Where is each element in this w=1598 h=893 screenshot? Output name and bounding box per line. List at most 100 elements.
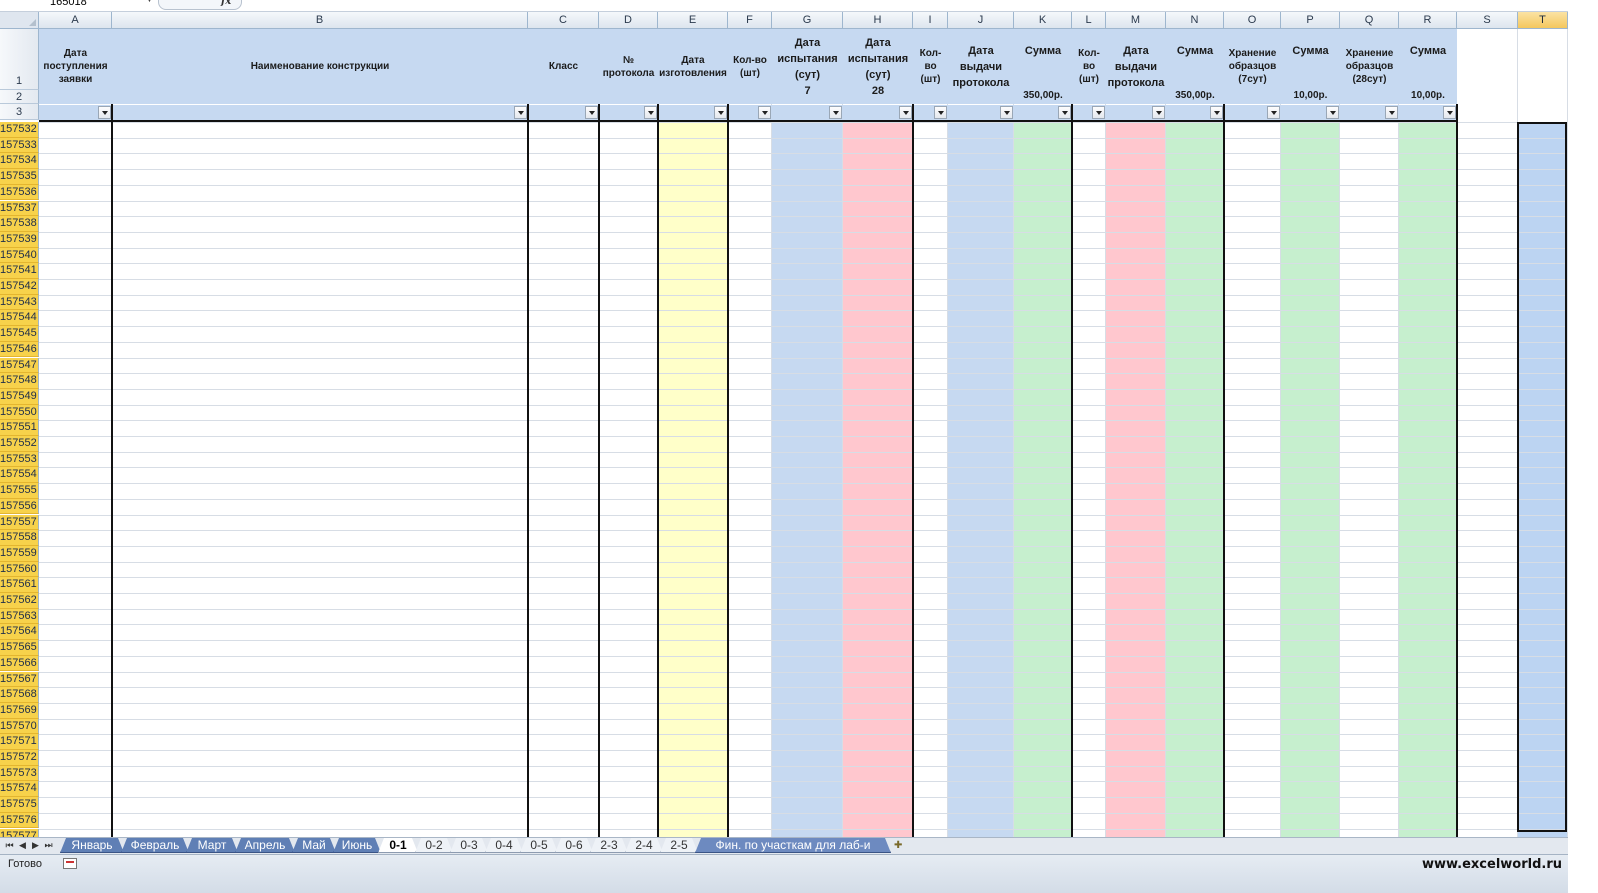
column-header-s[interactable]: S	[1457, 12, 1518, 29]
spreadsheet-grid[interactable]: ABCDEFGHIJKLMNOPQRST 1 2 3 157532 157533 1575…	[0, 12, 1568, 837]
filter-dropdown-icon[interactable]	[1152, 106, 1165, 119]
sheet-tab[interactable]: 2-3	[590, 838, 628, 853]
column-header-a[interactable]: A	[39, 12, 112, 29]
row-header[interactable]: 157562	[0, 593, 39, 609]
row-header[interactable]: 157537	[0, 200, 39, 217]
row-header[interactable]: 157550	[0, 404, 39, 421]
row-header[interactable]: 157561	[0, 577, 39, 593]
column-header-n[interactable]: N	[1166, 12, 1224, 29]
row-header[interactable]: 157540	[0, 247, 39, 264]
row-header[interactable]: 157533	[0, 137, 39, 154]
row-header[interactable]: 157557	[0, 514, 39, 531]
column-header-m[interactable]: M	[1106, 12, 1166, 29]
row-header[interactable]: 157538	[0, 216, 39, 232]
row-header[interactable]: 157545	[0, 326, 39, 342]
row-header[interactable]: 157568	[0, 687, 39, 703]
row-header[interactable]: 157544	[0, 310, 39, 327]
filter-dropdown-icon[interactable]	[899, 106, 912, 119]
filter-dropdown-icon[interactable]	[714, 106, 727, 119]
sheet-tab[interactable]: Февраль	[121, 838, 189, 853]
sheet-tab[interactable]: Июнь	[333, 838, 381, 853]
filter-dropdown-icon[interactable]	[1267, 106, 1280, 119]
row-header-2[interactable]: 2	[0, 90, 39, 104]
name-box-dropdown-icon[interactable]: ▼	[146, 0, 153, 4]
column-header-j[interactable]: J	[948, 12, 1014, 29]
sheet-tab[interactable]: Апрель	[235, 838, 295, 853]
insert-sheet-icon[interactable]: ✚	[894, 840, 910, 852]
row-header[interactable]: 157541	[0, 263, 39, 279]
row-header[interactable]: 157569	[0, 702, 39, 719]
last-sheet-icon[interactable]: ⏭	[42, 839, 55, 852]
row-header[interactable]: 157548	[0, 373, 39, 389]
row-header[interactable]: 157547	[0, 357, 39, 374]
row-header[interactable]: 157552	[0, 436, 39, 452]
sheet-tab[interactable]: Фин. по участкам для лаб-и	[695, 838, 891, 853]
column-header-g[interactable]: G	[772, 12, 843, 29]
filter-dropdown-icon[interactable]	[514, 106, 527, 119]
column-header-r[interactable]: R	[1399, 12, 1457, 29]
row-header[interactable]: 157539	[0, 231, 39, 248]
filter-dropdown-icon[interactable]	[585, 106, 598, 119]
sheet-tab[interactable]: Январь	[60, 838, 124, 853]
column-header-q[interactable]: Q	[1340, 12, 1399, 29]
row-header[interactable]: 157532	[0, 122, 39, 138]
column-header-f[interactable]: F	[728, 12, 772, 29]
filter-dropdown-icon[interactable]	[758, 106, 771, 119]
row-header[interactable]: 157570	[0, 718, 39, 735]
filter-dropdown-icon[interactable]	[1000, 106, 1013, 119]
row-header[interactable]: 157551	[0, 420, 39, 436]
row-header[interactable]: 157577	[0, 828, 39, 837]
sheet-tab[interactable]: 0-5	[520, 838, 558, 853]
row-header[interactable]: 157554	[0, 467, 39, 484]
row-header[interactable]: 157542	[0, 279, 39, 295]
row-header[interactable]: 157560	[0, 561, 39, 578]
row-header[interactable]: 157534	[0, 153, 39, 170]
row-header[interactable]: 157565	[0, 640, 39, 656]
filter-dropdown-icon[interactable]	[1210, 106, 1223, 119]
sheet-tab[interactable]: 0-6	[555, 838, 593, 853]
macro-record-icon[interactable]	[63, 858, 77, 869]
sheet-tab[interactable]: Март	[186, 838, 238, 853]
filter-dropdown-icon[interactable]	[1092, 106, 1105, 119]
column-header-d[interactable]: D	[599, 12, 658, 29]
row-header[interactable]: 157564	[0, 624, 39, 641]
column-header-e[interactable]: E	[658, 12, 728, 29]
row-header[interactable]: 157535	[0, 169, 39, 185]
filter-dropdown-icon[interactable]	[1326, 106, 1339, 119]
row-header[interactable]: 157546	[0, 341, 39, 358]
filter-dropdown-icon[interactable]	[829, 106, 842, 119]
row-header[interactable]: 157571	[0, 734, 39, 750]
row-header[interactable]: 157576	[0, 812, 39, 829]
row-header-3[interactable]: 3	[0, 104, 39, 120]
row-header[interactable]: 157553	[0, 451, 39, 468]
column-header-t[interactable]: T	[1518, 12, 1568, 29]
row-header[interactable]: 157556	[0, 498, 39, 515]
column-header-l[interactable]: L	[1072, 12, 1106, 29]
row-header[interactable]: 157536	[0, 184, 39, 201]
row-header[interactable]: 157549	[0, 388, 39, 405]
first-sheet-icon[interactable]: ⏮	[3, 839, 16, 852]
sheet-tab[interactable]: 0-4	[485, 838, 523, 853]
column-header-k[interactable]: K	[1014, 12, 1072, 29]
row-header[interactable]: 157575	[0, 797, 39, 813]
row-header[interactable]: 157574	[0, 781, 39, 798]
name-box[interactable]: 165018	[0, 0, 155, 10]
sheet-tab[interactable]: 2-4	[625, 838, 663, 853]
row-header[interactable]: 157567	[0, 671, 39, 688]
column-header-h[interactable]: H	[843, 12, 913, 29]
sheet-tab[interactable]: Май	[292, 838, 336, 853]
sheet-tab[interactable]: 0-2	[415, 838, 453, 853]
filter-dropdown-icon[interactable]	[1058, 106, 1071, 119]
row-header[interactable]: 157559	[0, 545, 39, 562]
row-header[interactable]: 157555	[0, 483, 39, 499]
sheet-tab[interactable]: 2-5	[660, 838, 698, 853]
filter-dropdown-icon[interactable]	[98, 106, 111, 119]
row-header[interactable]: 157566	[0, 655, 39, 672]
column-header-b[interactable]: B	[112, 12, 528, 29]
row-header[interactable]: 157573	[0, 765, 39, 782]
row-header[interactable]: 157543	[0, 294, 39, 311]
row-header-1[interactable]: 1	[0, 29, 39, 90]
prev-sheet-icon[interactable]: ◀	[16, 839, 29, 852]
filter-dropdown-icon[interactable]	[1443, 106, 1456, 119]
sheet-tab[interactable]: 0-1	[378, 838, 418, 853]
